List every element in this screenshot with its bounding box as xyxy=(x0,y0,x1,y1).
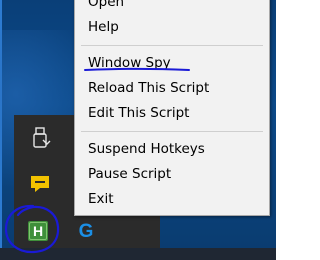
menu-item-suspend-hotkeys[interactable]: Suspend Hotkeys xyxy=(75,136,269,162)
menu-item-pause-script[interactable]: Pause Script xyxy=(75,161,269,187)
menu-item-reload-script[interactable]: Reload This Script xyxy=(75,75,269,101)
taskbar xyxy=(0,248,276,260)
menu-item-help[interactable]: Help xyxy=(75,14,269,40)
menu-item-open[interactable]: Open xyxy=(75,0,269,15)
g-letter: G xyxy=(79,221,94,242)
desktop: H G Open Help Window Spy Reload This Scr… xyxy=(0,0,276,260)
ahk-letter: H xyxy=(33,223,43,239)
menu-item-exit[interactable]: Exit xyxy=(75,186,269,212)
menu-separator xyxy=(81,131,263,132)
logitech-g-icon[interactable]: G xyxy=(74,218,98,242)
chat-icon[interactable] xyxy=(28,172,52,196)
tray-context-menu: Open Help Window Spy Reload This Script … xyxy=(74,0,270,216)
menu-item-edit-script[interactable]: Edit This Script xyxy=(75,100,269,126)
menu-separator xyxy=(81,45,263,46)
usb-drive-icon[interactable] xyxy=(29,126,53,150)
autohotkey-icon[interactable]: H xyxy=(26,219,50,243)
menu-item-window-spy[interactable]: Window Spy xyxy=(75,50,269,76)
